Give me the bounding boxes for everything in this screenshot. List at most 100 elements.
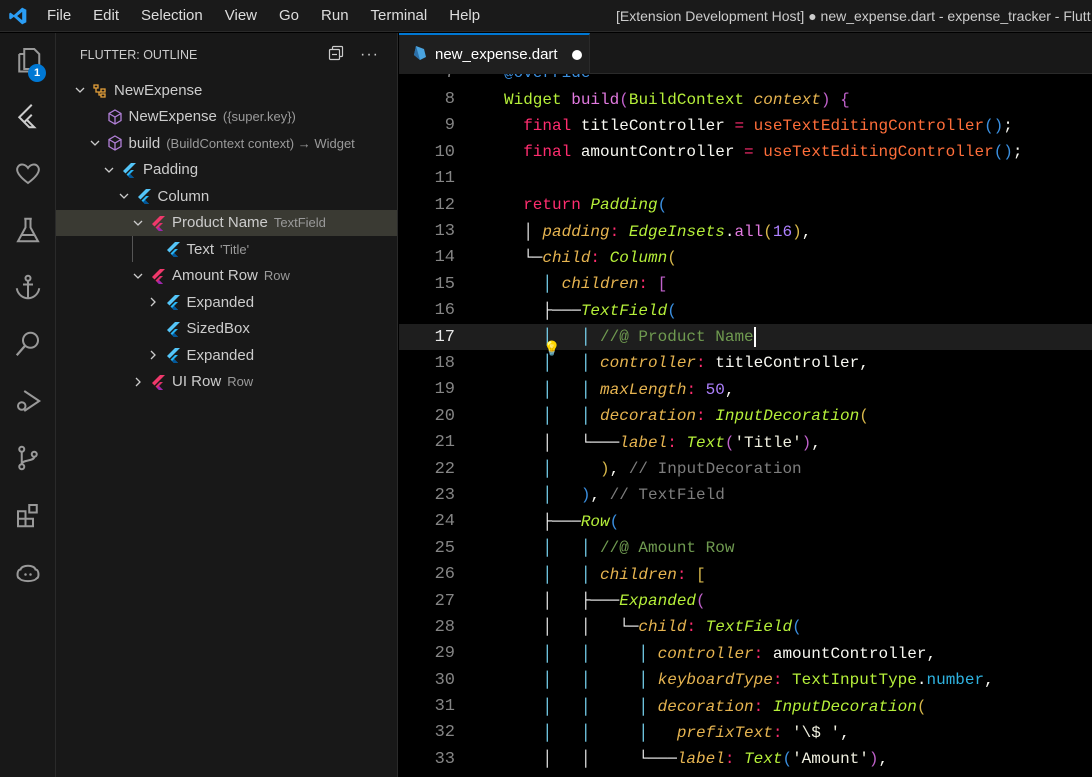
outline-item[interactable]: Column: [56, 183, 397, 210]
code-text: │ ), // InputDecoration: [504, 460, 801, 478]
menu-view[interactable]: View: [214, 7, 268, 24]
chevron-down-icon[interactable]: [101, 164, 117, 176]
code-line[interactable]: 22 │ ), // InputDecoration: [399, 456, 1092, 482]
chevron-down-icon[interactable]: [130, 270, 146, 282]
chevron-right-icon[interactable]: [145, 296, 161, 308]
more-actions-icon[interactable]: ···: [360, 46, 379, 64]
line-number: 9: [444, 116, 455, 136]
line-number: 32: [434, 723, 455, 743]
code-token: │ ├───: [504, 592, 620, 610]
code-token: (: [763, 222, 773, 241]
code-token: ,: [590, 486, 610, 505]
code-line[interactable]: 23 │ ), // TextField: [399, 482, 1092, 508]
code-text: │ └───label: Text('Title'),: [504, 433, 820, 452]
code-token: :: [772, 723, 793, 742]
code-token: (): [984, 116, 1004, 135]
outline-item[interactable]: build (BuildContext context) → Widget: [56, 130, 397, 157]
chevron-down-icon[interactable]: [116, 190, 132, 202]
beaker-button[interactable]: [0, 204, 56, 261]
code-line[interactable]: 15 │ children: [: [399, 271, 1092, 297]
code-line[interactable]: 33 │ │ └───label: Text('Amount'),: [399, 746, 1092, 772]
code-token: keyboardType: [657, 671, 773, 690]
outline-item[interactable]: NewExpense ({super.key}): [56, 104, 397, 131]
explorer-button[interactable]: 1: [0, 33, 56, 90]
code-token: ,: [878, 750, 889, 769]
line-number: 10: [434, 142, 455, 162]
menu-file[interactable]: File: [36, 7, 82, 24]
code-line[interactable]: 12 return Padding(: [399, 192, 1092, 218]
unsaved-dot-icon[interactable]: [571, 49, 582, 60]
menu-terminal[interactable]: Terminal: [360, 7, 439, 24]
chevron-right-icon[interactable]: [130, 376, 146, 388]
run-debug-button[interactable]: [0, 375, 56, 432]
source-control-icon: [13, 443, 43, 478]
code-line[interactable]: 26 │ │ children: [: [399, 561, 1092, 587]
code-line[interactable]: 14 └─child: Column(: [399, 245, 1092, 271]
code-line[interactable]: 11: [399, 166, 1092, 192]
code-token: :: [753, 644, 773, 663]
code-line[interactable]: 25 │ │ //@ Amount Row: [399, 535, 1092, 561]
code-token: ;: [1003, 116, 1013, 135]
outline-item-detail: (BuildContext context) → Widget: [166, 135, 355, 151]
code-token: ,: [724, 380, 735, 399]
menu-selection[interactable]: Selection: [130, 7, 214, 24]
menu-go[interactable]: Go: [268, 7, 310, 24]
menu-help[interactable]: Help: [438, 7, 491, 24]
tab-new-expense-dart[interactable]: new_expense.dart: [399, 33, 590, 74]
code-token: │ │: [504, 354, 601, 373]
outline-item[interactable]: Expanded: [56, 342, 397, 369]
code-text: │ │ controller: titleController,: [504, 354, 869, 373]
code-line[interactable]: 30 │ │ │ keyboardType: TextInputType.num…: [399, 667, 1092, 693]
code-line[interactable]: 24 ├───Row(: [399, 509, 1092, 535]
search-button[interactable]: [0, 318, 56, 375]
code-line[interactable]: 13 │ padding: EdgeInsets.all(16),: [399, 218, 1092, 244]
menu-run[interactable]: Run: [310, 7, 360, 24]
code-text: │ │ │ decoration: InputDecoration(: [504, 698, 926, 716]
code-line[interactable]: 29 │ │ │ controller: amountController,: [399, 641, 1092, 667]
flutter-button[interactable]: [0, 90, 56, 147]
outline-item[interactable]: Amount Row Row: [56, 263, 397, 290]
chevron-down-icon[interactable]: [72, 84, 88, 96]
code-editor[interactable]: 7@override8Widget build(BuildContext con…: [399, 74, 1092, 777]
menu-edit[interactable]: Edit: [82, 7, 130, 24]
code-line[interactable]: 16 ├───TextField(: [399, 298, 1092, 324]
outline-item[interactable]: NewExpense: [56, 77, 397, 104]
code-line[interactable]: 10 final amountController = useTextEditi…: [399, 139, 1092, 165]
outline-item[interactable]: SizedBox: [56, 316, 397, 343]
code-text: final titleController = useTextEditingCo…: [504, 117, 1013, 135]
code-line[interactable]: 21 │ └───label: Text('Title'),: [399, 429, 1092, 455]
outline-item[interactable]: Padding: [56, 157, 397, 184]
line-number: 11: [434, 169, 455, 189]
code-token: [: [657, 275, 668, 294]
code-line[interactable]: 28 │ │ └─child: TextField(: [399, 614, 1092, 640]
code-line[interactable]: 9 final titleController = useTextEditing…: [399, 113, 1092, 139]
code-line[interactable]: 27 │ ├───Expanded(: [399, 588, 1092, 614]
code-token: │: [504, 222, 543, 241]
anchor-button[interactable]: [0, 261, 56, 318]
outline-item[interactable]: Product Name TextField: [56, 209, 397, 236]
outline-item-label: SizedBox: [186, 320, 250, 338]
code-token: (: [724, 433, 735, 452]
chevron-down-icon[interactable]: [87, 137, 103, 149]
collapse-all-icon[interactable]: [328, 45, 344, 64]
extensions-button[interactable]: [0, 489, 56, 546]
code-text: │ │ children: [: [504, 565, 705, 584]
heart-button[interactable]: [0, 147, 56, 204]
code-token: ,: [859, 354, 869, 373]
code-line[interactable]: 17 💡 │ │ //@ Product Name: [399, 323, 1092, 358]
source-control-button[interactable]: [0, 432, 56, 489]
code-line[interactable]: 8 Widget build(BuildContext context) {: [399, 86, 1092, 112]
code-line[interactable]: 32 │ │ │ prefixText: '\$ ',: [399, 720, 1092, 746]
code-line[interactable]: 19 │ │ maxLength: 50,: [399, 377, 1092, 403]
code-line[interactable]: 20 │ │ decoration: InputDecoration(: [399, 403, 1092, 429]
code-token: children: [600, 565, 677, 584]
chevron-right-icon[interactable]: [145, 349, 161, 361]
copilot-button[interactable]: [0, 546, 56, 603]
outline-item[interactable]: UI Row Row: [56, 369, 397, 396]
outline-item[interactable]: Expanded: [56, 289, 397, 316]
code-line[interactable]: 31 │ │ │ decoration: InputDecoration(: [399, 693, 1092, 719]
code-line[interactable]: 7 @override: [399, 74, 1092, 86]
code-line[interactable]: 18 │ │ controller: titleController,: [399, 350, 1092, 376]
chevron-down-icon[interactable]: [130, 217, 146, 229]
outline-item[interactable]: Text 'Title': [56, 236, 397, 263]
